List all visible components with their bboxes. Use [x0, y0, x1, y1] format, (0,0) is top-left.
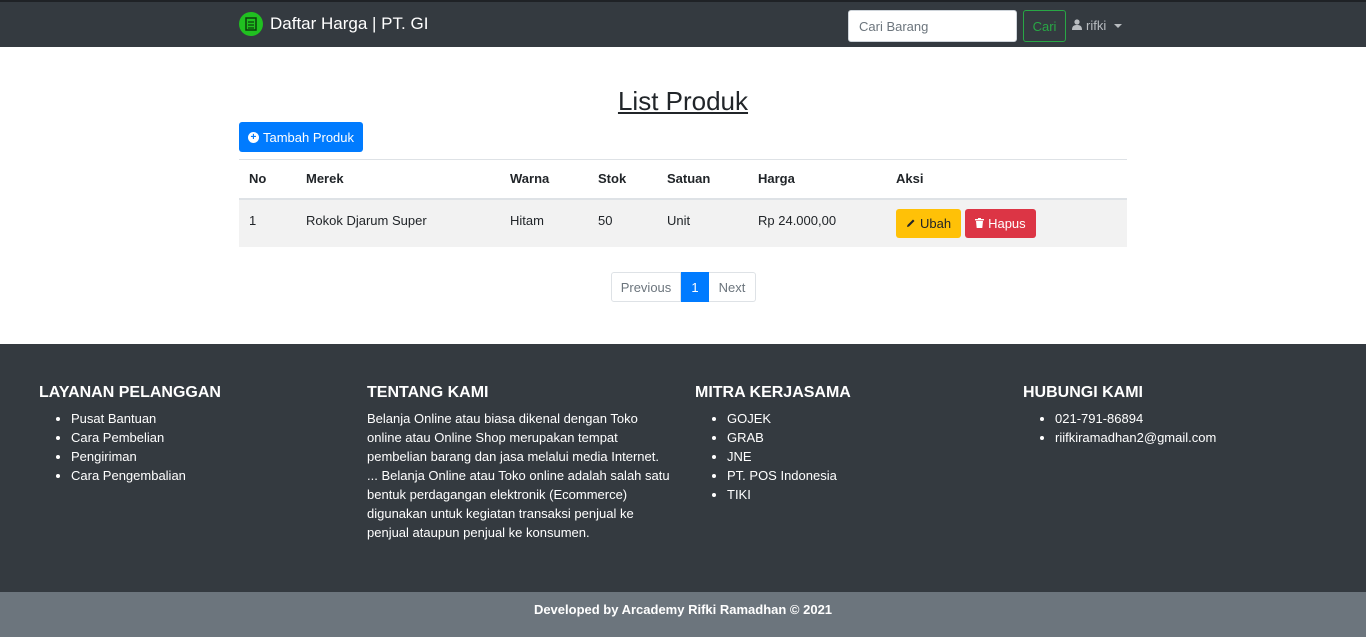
pencil-icon: [906, 216, 916, 231]
cell-merek: Rokok Djarum Super: [296, 198, 500, 247]
user-name: rifki: [1086, 18, 1107, 33]
footer-partner: TIKI: [727, 485, 851, 504]
footer-link[interactable]: Pengiriman: [71, 447, 221, 466]
cell-aksi: Ubah Hapus: [886, 198, 1127, 247]
plus-circle-icon: +: [247, 131, 259, 143]
footer-tentang-text: Belanja Online atau biasa dikenal dengan…: [367, 411, 670, 540]
col-header-no: No: [239, 159, 296, 200]
pagination-next[interactable]: Next: [709, 272, 756, 302]
user-dropdown[interactable]: rifki: [1072, 18, 1123, 33]
col-header-stok: Stok: [588, 159, 657, 200]
product-table: No Merek Warna Stok Satuan Harga Aksi 1 …: [239, 159, 1127, 247]
footer-link[interactable]: Cara Pengembalian: [71, 466, 221, 485]
brand[interactable]: Daftar Harga | PT. GI: [239, 12, 428, 36]
cell-stok: 50: [588, 198, 657, 247]
footer-link[interactable]: Pusat Bantuan: [71, 409, 221, 428]
search-button[interactable]: Cari: [1023, 10, 1066, 42]
add-product-button[interactable]: + Tambah Produk: [239, 122, 363, 152]
footer-tentang-title: TENTANG KAMI: [367, 384, 489, 401]
cell-no: 1: [239, 198, 296, 247]
add-product-label: Tambah Produk: [262, 129, 355, 145]
footer-link[interactable]: Cara Pembelian: [71, 428, 221, 447]
delete-label: Hapus: [988, 215, 1026, 231]
cell-warna: Hitam: [500, 198, 588, 247]
brand-logo-icon: [239, 12, 263, 36]
col-header-warna: Warna: [500, 159, 588, 200]
footer-partner: GOJEK: [727, 409, 851, 428]
footer-hubungi: HUBUNGI KAMI 021-791-86894 riifkiramadha…: [1023, 384, 1216, 447]
footer-partner: PT. POS Indonesia: [727, 466, 851, 485]
col-header-satuan: Satuan: [657, 159, 748, 200]
table-header-row: No Merek Warna Stok Satuan Harga Aksi: [239, 159, 1127, 200]
brand-title: Daftar Harga | PT. GI: [270, 14, 429, 33]
user-icon: [1072, 18, 1082, 33]
footer-mitra-title: MITRA KERJASAMA: [695, 384, 851, 401]
edit-button[interactable]: Ubah: [896, 208, 962, 238]
footer-tentang: TENTANG KAMI Belanja Online atau biasa d…: [367, 384, 672, 542]
cell-satuan: Unit: [657, 198, 748, 247]
col-header-harga: Harga: [748, 159, 886, 200]
footer-email: riifkiramadhan2@gmail.com: [1055, 428, 1216, 447]
search-input[interactable]: [848, 10, 1017, 42]
copyright-bar: Developed by Arcademy Rifki Ramadhan © 2…: [0, 592, 1366, 637]
pagination-page-1[interactable]: 1: [681, 272, 709, 302]
delete-button[interactable]: Hapus: [965, 208, 1036, 238]
pagination: Previous 1 Next: [611, 272, 756, 302]
page-title: List Produk: [617, 86, 749, 116]
col-header-aksi: Aksi: [886, 159, 1127, 200]
col-header-merek: Merek: [296, 159, 500, 200]
footer-hubungi-title: HUBUNGI KAMI: [1023, 384, 1143, 401]
chevron-down-icon: [1114, 23, 1123, 28]
cell-harga: Rp 24.000,00: [748, 198, 886, 247]
footer-phone: 021-791-86894: [1055, 409, 1216, 428]
pagination-previous[interactable]: Previous: [611, 272, 681, 302]
trash-icon: [975, 216, 985, 231]
navbar: Daftar Harga | PT. GI Cari rifki: [0, 0, 1366, 47]
footer-mitra: MITRA KERJASAMA GOJEK GRAB JNE PT. POS I…: [695, 384, 851, 504]
footer-layanan-title: LAYANAN PELANGGAN: [39, 384, 221, 401]
footer-layanan: LAYANAN PELANGGAN Pusat Bantuan Cara Pem…: [39, 384, 221, 485]
edit-label: Ubah: [920, 215, 952, 231]
footer-partner: GRAB: [727, 428, 851, 447]
table-row: 1 Rokok Djarum Super Hitam 50 Unit Rp 24…: [239, 198, 1127, 247]
footer-partner: JNE: [727, 447, 851, 466]
footer: LAYANAN PELANGGAN Pusat Bantuan Cara Pem…: [0, 344, 1366, 592]
